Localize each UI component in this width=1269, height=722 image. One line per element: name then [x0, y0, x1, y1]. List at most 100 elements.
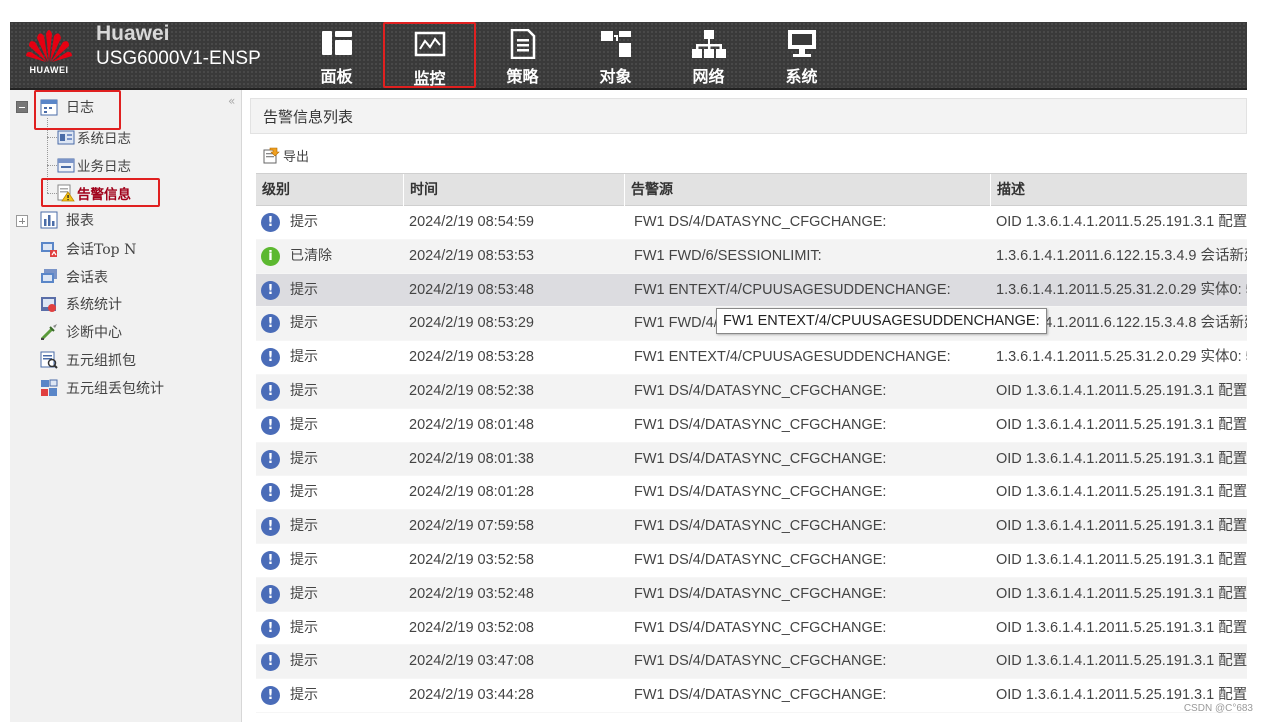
table-row[interactable]: ! 提示 2024/2/19 08:01:28 FW1 DS/4/DATASYNC_C… [256, 476, 1247, 511]
info-status-icon: ! [261, 314, 280, 334]
level-cell: ! 提示 [261, 341, 401, 374]
level-cell: ! 提示 [261, 274, 401, 307]
description-cell: OID 1.3.6.1.4.1.2011.5.25.191.3.1 配置 [996, 416, 1247, 433]
column-header-time[interactable]: 时间 [403, 174, 623, 206]
tree-item-report[interactable]: 报表 [40, 208, 94, 232]
nav-label: 网络 [692, 67, 725, 86]
time-cell: 2024/2/19 03:47:08 [409, 653, 534, 670]
time-cell: 2024/2/19 03:44:28 [409, 687, 534, 704]
description-cell: 1.3.6.1.4.1.2011.5.25.31.2.0.29 实体0: 5 [996, 281, 1247, 298]
nav-label: 系统 [785, 67, 818, 86]
description-cell: OID 1.3.6.1.4.1.2011.5.25.191.3.1 配置 [996, 214, 1247, 230]
table-row[interactable]: ! 提示 2024/2/19 08:52:38 FW1 DS/4/DATASYNC_C… [256, 374, 1247, 409]
time-cell: 2024/2/19 03:52:58 [409, 551, 534, 568]
time-cell: 2024/2/19 08:01:48 [409, 416, 534, 433]
column-header-source[interactable]: 告警源 [624, 174, 990, 206]
export-button[interactable]: 导出 [262, 144, 309, 166]
huawei-logo: HUAWEI [22, 24, 76, 84]
info-status-icon: ! [261, 618, 280, 638]
device-model: USG6000V1-ENSP [96, 48, 261, 69]
table-row[interactable]: i 已清除 2024/2/19 08:53:53 FW1 FWD/6/SESSIONL… [256, 239, 1247, 274]
level-cell: ! 提示 [261, 510, 401, 543]
time-cell: 2024/2/19 08:53:53 [409, 247, 534, 264]
table-body: ! 提示 2024/2/19 08:54:59 FW1 DS/4/DATASYNC_C… [256, 206, 1247, 713]
info-status-icon: ! [261, 415, 280, 435]
description-cell: OID 1.3.6.1.4.1.2011.5.25.191.3.1 配置 [996, 518, 1247, 535]
report-chart-icon [40, 211, 58, 229]
description-cell: OID 1.3.6.1.4.1.2011.5.25.191.3.1 配置 [996, 551, 1247, 568]
nav-object[interactable]: 对象 [569, 22, 662, 88]
level-label: 提示 [290, 450, 318, 467]
tree-item-session-table[interactable]: 会话表 [40, 265, 108, 289]
table-row[interactable]: ! 提示 2024/2/19 03:52:48 FW1 DS/4/DATASYNC_C… [256, 577, 1247, 612]
info-status-icon: ! [261, 686, 280, 706]
huawei-flower-icon [26, 30, 72, 62]
description-cell: OID 1.3.6.1.4.1.2011.5.25.191.3.1 配置 [996, 382, 1247, 399]
source-cell: FW1 DS/4/DATASYNC_CFGCHANGE: [634, 382, 887, 399]
tree-label: 业务日志 [77, 159, 131, 175]
level-label: 提示 [290, 214, 318, 230]
nav-network[interactable]: 网络 [662, 22, 755, 88]
description-cell: OID 1.3.6.1.4.1.2011.5.25.191.3.1 配置 [996, 585, 1247, 602]
time-cell: 2024/2/19 08:54:59 [409, 214, 534, 230]
logo-text: HUAWEI [29, 65, 69, 75]
table-row[interactable]: ! 提示 2024/2/19 08:53:48 FW1 ENTEXT/4/CPUUSA… [256, 273, 1247, 308]
info-status-icon: ! [261, 280, 280, 300]
table-row[interactable]: ! 提示 2024/2/19 03:47:08 FW1 DS/4/DATASYNC_C… [256, 645, 1247, 680]
time-cell: 2024/2/19 08:01:28 [409, 484, 534, 501]
nav-monitor[interactable]: 监控 [383, 22, 476, 88]
source-cell: FW1 ENTEXT/4/CPUUSAGESUDDENCHANGE: [634, 349, 951, 366]
nav-policy[interactable]: 策略 [476, 22, 569, 88]
table-row[interactable]: ! 提示 2024/2/19 08:54:59 FW1 DS/4/DATASYNC_C… [256, 206, 1247, 240]
description-cell: 1.3.6.1.4.1.2011.5.25.31.2.0.29 实体0: 5 [996, 349, 1247, 366]
level-cell: ! 提示 [261, 578, 401, 611]
nav-dashboard[interactable]: 面板 [290, 22, 383, 88]
tree-item-diagnosis-center[interactable]: 诊断中心 [40, 320, 122, 344]
object-icon [600, 29, 632, 63]
description-cell: OID 1.3.6.1.4.1.2011.5.25.191.3.1 配置 [996, 484, 1247, 501]
table-row[interactable]: ! 提示 2024/2/19 03:44:28 FW1 DS/4/DATASYNC_C… [256, 679, 1247, 713]
source-cell: FW1 DS/4/DATASYNC_CFGCHANGE: [634, 551, 887, 568]
level-label: 提示 [290, 281, 318, 298]
tree-item-packet-capture[interactable]: 五元组抓包 [40, 348, 136, 372]
time-cell: 2024/2/19 07:59:58 [409, 518, 534, 535]
brand-name: Huawei [96, 22, 170, 45]
table-row[interactable]: ! 提示 2024/2/19 07:59:58 FW1 DS/4/DATASYNC_C… [256, 510, 1247, 544]
nav-label: 策略 [506, 67, 539, 86]
panel-title: 告警信息列表 [250, 98, 1247, 134]
source-cell: FW1 FWD/6/SESSIONLIMIT: [634, 247, 822, 264]
source-tooltip: FW1 ENTEXT/4/CPUUSAGESUDDENCHANGE: [716, 308, 1047, 334]
table-row[interactable]: ! 提示 2024/2/19 03:52:58 FW1 DS/4/DATASYNC_C… [256, 544, 1247, 578]
level-cell: i 已清除 [261, 240, 401, 273]
table-row[interactable]: ! 提示 2024/2/19 08:01:48 FW1 DS/4/DATASYNC_C… [256, 409, 1247, 443]
table-row[interactable]: ! 提示 2024/2/19 08:53:28 FW1 ENTEXT/4/CPUUSA… [256, 341, 1247, 375]
column-header-description[interactable]: 描述 [990, 174, 1247, 206]
expand-report-toggle[interactable] [16, 215, 28, 227]
level-cell: ! 提示 [261, 206, 401, 239]
level-cell: ! 提示 [261, 679, 401, 712]
level-label: 已清除 [290, 247, 332, 264]
dashboard-icon [321, 29, 353, 61]
column-header-level[interactable]: 级别 [256, 174, 401, 206]
collapse-log-toggle[interactable] [16, 101, 28, 113]
highlight-box [41, 178, 160, 207]
time-cell: 2024/2/19 03:52:48 [409, 585, 534, 602]
level-cell: ! 提示 [261, 443, 401, 476]
tree-item-packet-loss-stats[interactable]: 五元组丢包统计 [40, 376, 164, 400]
time-cell: 2024/2/19 08:52:38 [409, 382, 534, 399]
nav-system[interactable]: 系统 [755, 22, 848, 88]
info-status-icon: ! [261, 584, 280, 604]
tree-item-service-log[interactable]: 业务日志 [57, 153, 131, 177]
description-cell: OID 1.3.6.1.4.1.2011.5.25.191.3.1 配置 [996, 619, 1247, 636]
level-label: 提示 [290, 585, 318, 602]
description-cell: OID 1.3.6.1.4.1.2011.5.25.191.3.1 配置 [996, 653, 1247, 670]
tree-item-system-log[interactable]: 系统日志 [57, 125, 131, 149]
collapse-sidebar-button[interactable]: « [228, 94, 235, 108]
tree-item-system-stats[interactable]: 系统统计 [40, 292, 122, 316]
table-row[interactable]: ! 提示 2024/2/19 03:52:08 FW1 DS/4/DATASYNC_C… [256, 612, 1247, 646]
tree-item-session-top-n[interactable]: 会话Top N [40, 237, 136, 261]
level-label: 提示 [290, 484, 318, 501]
level-label: 提示 [290, 315, 318, 332]
table-row[interactable]: ! 提示 2024/2/19 08:01:38 FW1 DS/4/DATASYNC_C… [256, 442, 1247, 477]
monitor-chart-icon [414, 31, 446, 63]
